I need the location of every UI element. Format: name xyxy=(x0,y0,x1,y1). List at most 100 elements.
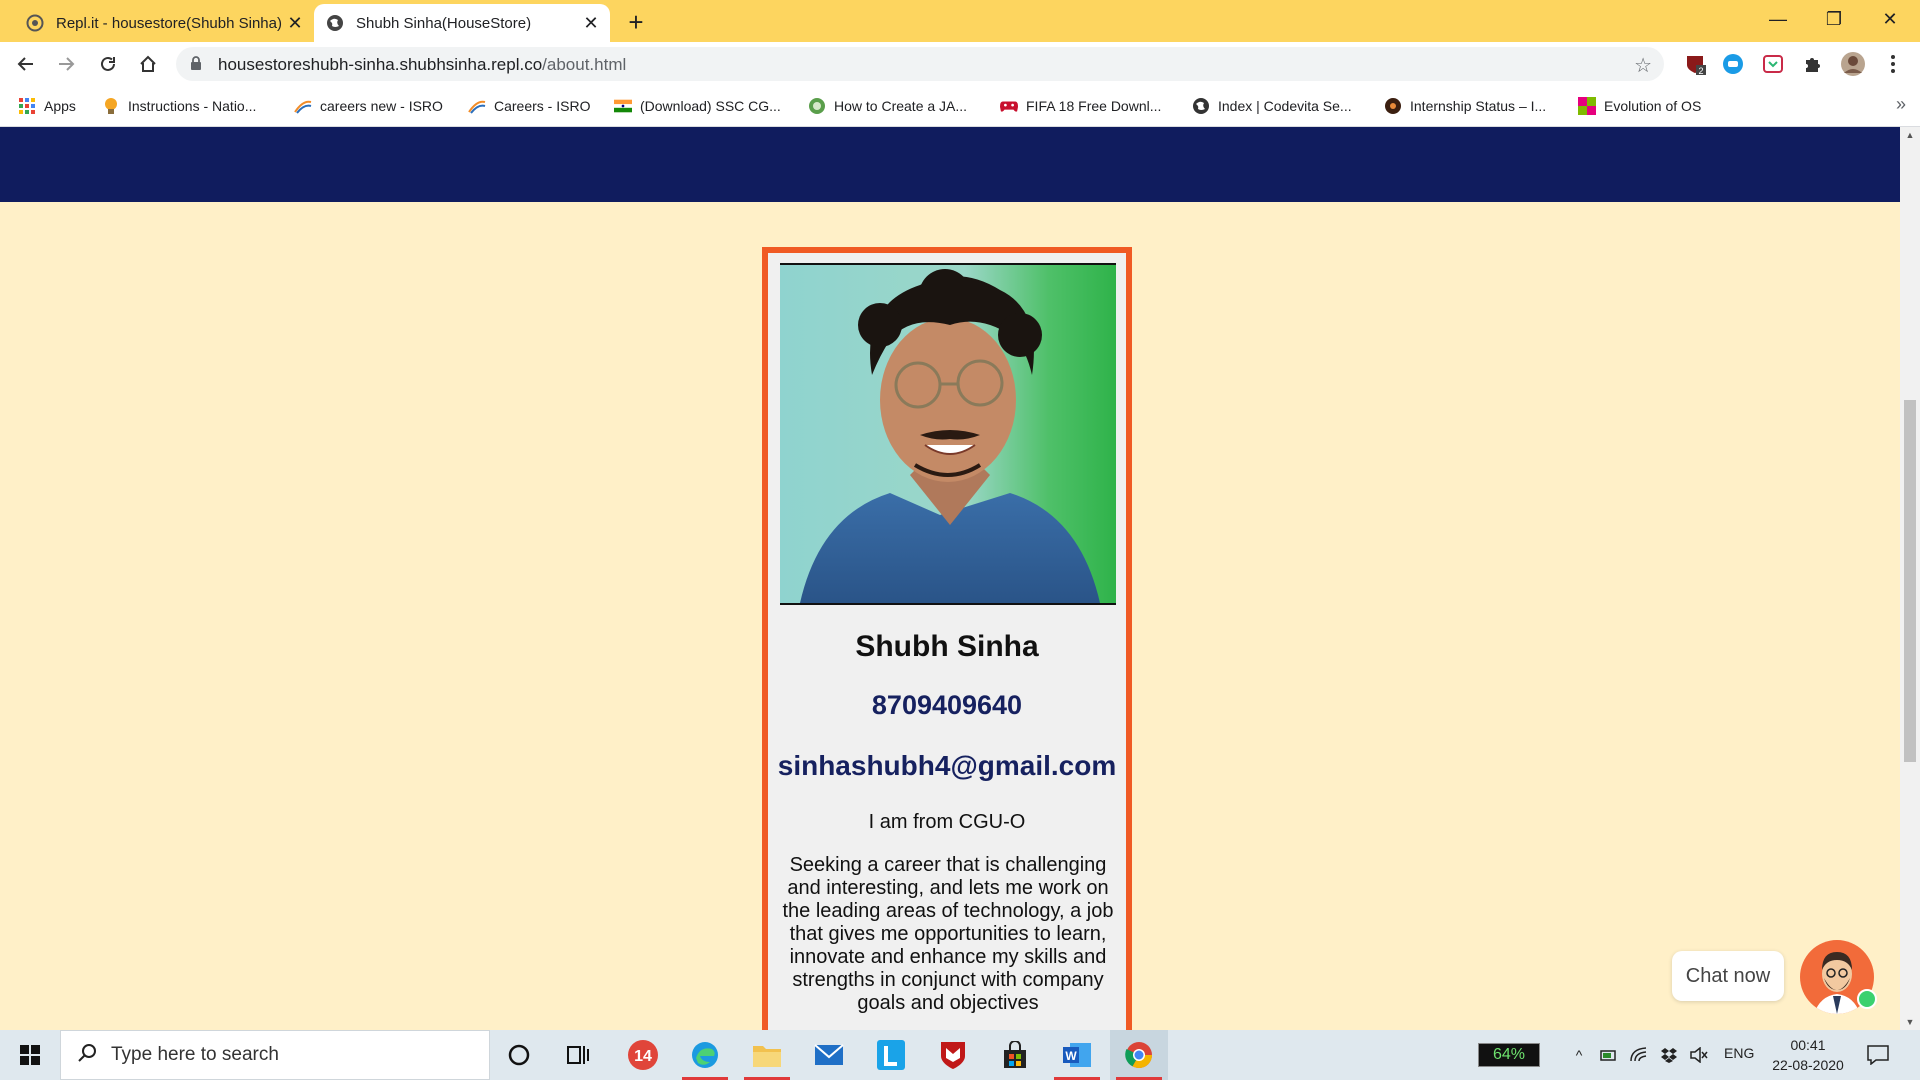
back-arrow-icon xyxy=(17,57,33,71)
reload-button[interactable] xyxy=(92,48,124,80)
minimize-button[interactable]: — xyxy=(1750,0,1806,38)
close-tab-icon[interactable]: ✕ xyxy=(284,12,306,34)
close-tab-icon[interactable]: ✕ xyxy=(580,12,602,34)
bookmark-label: Evolution of OS xyxy=(1604,98,1702,114)
restore-button[interactable]: ❐ xyxy=(1806,0,1862,38)
bookmark-star-icon[interactable]: ☆ xyxy=(1634,53,1652,78)
extension-pocket-icon[interactable] xyxy=(1760,51,1786,77)
volume-muted-icon[interactable] xyxy=(1688,1043,1710,1067)
notification-center-button[interactable] xyxy=(1864,1042,1892,1068)
bookmark-label: Index | Codevita Se... xyxy=(1218,98,1352,114)
chrome-icon xyxy=(1125,1042,1153,1069)
isro-logo-icon xyxy=(468,97,486,115)
store-bag-icon xyxy=(1004,1041,1026,1068)
bookmarks-bar: Apps Instructions - Natio... careers new… xyxy=(0,86,1920,127)
bookmark-create-ja[interactable]: How to Create a JA... xyxy=(808,94,967,118)
input-language[interactable]: ENG xyxy=(1724,1045,1754,1061)
start-button[interactable] xyxy=(0,1030,60,1080)
home-button[interactable] xyxy=(132,48,164,80)
mail-icon xyxy=(814,1044,844,1065)
globe-icon xyxy=(326,14,344,32)
address-bar[interactable]: housestoreshubh-sinha.shubhsinha.repl.co… xyxy=(176,47,1664,81)
windows-taskbar: Type here to search 14 W 64% ^ ENG 00:41… xyxy=(0,1030,1920,1080)
taskbar-mcafee-app[interactable] xyxy=(924,1030,982,1080)
extensions-puzzle-icon[interactable] xyxy=(1800,51,1826,77)
url-path: /about.html xyxy=(542,55,627,74)
bookmark-label: FIFA 18 Free Downl... xyxy=(1026,98,1162,114)
wifi-icon[interactable] xyxy=(1628,1043,1650,1067)
bookmark-apps[interactable]: Apps xyxy=(18,94,76,118)
profile-origin: I am from CGU-O xyxy=(868,811,1026,833)
close-window-button[interactable]: ✕ xyxy=(1862,0,1918,38)
bookmark-ssc[interactable]: (Download) SSC CG... xyxy=(614,94,781,118)
cortana-button[interactable] xyxy=(490,1030,548,1080)
dropbox-icon[interactable] xyxy=(1658,1043,1680,1067)
site-navbar xyxy=(0,127,1900,202)
bookmark-evolution-os[interactable]: Evolution of OS xyxy=(1578,94,1701,118)
profile-avatar[interactable] xyxy=(1840,51,1866,77)
notification-icon xyxy=(1867,1045,1889,1065)
scroll-down-arrow-icon[interactable]: ▼ xyxy=(1900,1014,1920,1030)
profile-email: sinhashubh4@gmail.com xyxy=(777,750,1117,781)
globe-icon xyxy=(1192,97,1210,115)
taskbar-chrome-app[interactable] xyxy=(1110,1030,1168,1080)
reload-icon xyxy=(101,56,115,71)
bookmark-fifa[interactable]: FIFA 18 Free Downl... xyxy=(1000,94,1161,118)
taskbar-mail-app[interactable] xyxy=(800,1030,858,1080)
india-flag-icon xyxy=(614,97,632,115)
green-site-icon xyxy=(808,97,826,115)
folder-icon xyxy=(753,1046,781,1067)
taskbar-calendar-app[interactable]: 14 xyxy=(614,1030,672,1080)
bookmark-careers-new-isro[interactable]: careers new - ISRO xyxy=(294,94,443,118)
svg-text:W: W xyxy=(1065,1049,1077,1063)
colorful-square-icon xyxy=(1578,97,1596,115)
cortana-circle-icon xyxy=(508,1044,530,1066)
taskbar-edge-app[interactable] xyxy=(676,1030,734,1080)
profile-name: Shubh Sinha xyxy=(855,630,1039,663)
system-clock[interactable]: 00:41 22-08-2020 xyxy=(1768,1035,1848,1075)
isro-logo-icon xyxy=(294,97,312,115)
bookmark-codevita[interactable]: Index | Codevita Se... xyxy=(1192,94,1352,118)
bookmark-label: Apps xyxy=(44,98,76,114)
tab-about[interactable]: Shubh Sinha(HouseStore) ✕ xyxy=(314,4,610,42)
battery-indicator[interactable]: 64% xyxy=(1478,1043,1540,1067)
bookmark-careers-isro[interactable]: Careers - ISRO xyxy=(468,94,590,118)
bookmark-instructions[interactable]: Instructions - Natio... xyxy=(102,94,256,118)
extension-badge: 2 xyxy=(1698,66,1703,75)
taskbar-word-app[interactable]: W xyxy=(1048,1030,1106,1080)
menu-kebab-icon[interactable] xyxy=(1880,51,1906,77)
edge-browser-icon xyxy=(692,1042,718,1068)
tab-replit[interactable]: Repl.it - housestore(Shubh Sinha) ✕ xyxy=(14,4,314,42)
forward-button[interactable] xyxy=(50,48,82,80)
profile-card: Shubh Sinha 8709409640 sinhashubh4@gmail… xyxy=(762,247,1132,1030)
taskbar-file-explorer[interactable] xyxy=(738,1030,796,1080)
taskbar-store-app[interactable] xyxy=(986,1030,1044,1080)
bookmark-label: (Download) SSC CG... xyxy=(640,98,781,114)
scrollbar-thumb[interactable] xyxy=(1904,400,1916,762)
apps-grid-icon xyxy=(18,97,36,115)
back-button[interactable] xyxy=(10,48,42,80)
browser-title-bar: Repl.it - housestore(Shubh Sinha) ✕ Shub… xyxy=(0,0,1920,42)
extension-shield-icon[interactable]: 2 xyxy=(1682,51,1708,77)
scroll-up-arrow-icon[interactable]: ▲ xyxy=(1900,127,1920,143)
bookmarks-overflow-button[interactable]: » xyxy=(1896,94,1906,115)
url-text[interactable]: housestoreshubh-sinha.shubhsinha.repl.co… xyxy=(218,55,626,75)
show-hidden-icons-chevron-icon[interactable]: ^ xyxy=(1568,1043,1590,1067)
replit-favicon-icon xyxy=(26,14,44,32)
taskbar-search-box[interactable]: Type here to search xyxy=(60,1030,490,1080)
power-plug-icon[interactable] xyxy=(1598,1043,1620,1067)
profile-phone: 8709409640 xyxy=(871,690,1023,720)
taskbar-l-app[interactable] xyxy=(862,1030,920,1080)
page-scrollbar[interactable]: ▲ ▼ xyxy=(1900,127,1920,1030)
bookmark-label: careers new - ISRO xyxy=(320,98,443,114)
new-tab-button[interactable]: + xyxy=(622,7,650,37)
bookmark-label: Careers - ISRO xyxy=(494,98,591,114)
chat-now-button[interactable]: Chat now xyxy=(1672,951,1784,1001)
extension-grammar-icon[interactable] xyxy=(1720,51,1746,77)
clock-date: 22-08-2020 xyxy=(1772,1057,1844,1073)
bookmark-internship[interactable]: Internship Status – I... xyxy=(1384,94,1546,118)
web-page: Shubh Sinha 8709409640 sinhashubh4@gmail… xyxy=(0,127,1900,1030)
task-view-button[interactable] xyxy=(550,1030,608,1080)
profile-bio: Seeking a career that is challenging and… xyxy=(782,854,1114,1014)
tab-title: Shubh Sinha(HouseStore) xyxy=(356,14,532,32)
